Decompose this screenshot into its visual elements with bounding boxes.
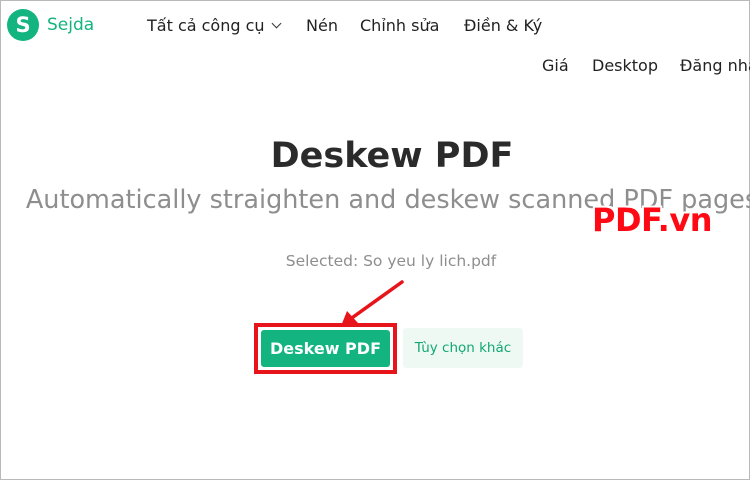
deskew-pdf-button[interactable]: Deskew PDF (261, 330, 390, 367)
pdfvn-watermark: PDF.vn (592, 201, 712, 239)
chevron-down-icon (271, 18, 281, 28)
nav-edit[interactable]: Chỉnh sửa (360, 13, 439, 39)
more-options-button[interactable]: Tùy chọn khác (403, 328, 523, 368)
sejda-logo-icon: S (7, 9, 39, 41)
nav-desktop-label: Desktop (592, 56, 658, 75)
nav-fill-sign[interactable]: Điền & Ký (464, 13, 542, 39)
nav-edit-label: Chỉnh sửa (360, 16, 440, 35)
nav-fill-sign-label: Điền & Ký (464, 16, 543, 35)
nav-all-tools-label: Tất cả công cụ (147, 16, 265, 35)
brand-name: Sejda (47, 15, 95, 35)
nav-compress-label: Nén (306, 16, 338, 35)
nav-desktop[interactable]: Desktop (592, 53, 658, 79)
nav-login-label: Đăng nhậ (680, 56, 750, 75)
nav-compress[interactable]: Nén (306, 13, 338, 39)
nav-login[interactable]: Đăng nhậ (680, 53, 750, 79)
sejda-logo[interactable]: S Sejda (7, 9, 94, 41)
page-title: Deskew PDF (270, 136, 514, 176)
selected-file-label: Selected: So yeu ly lich.pdf (285, 252, 497, 270)
nav-pricing-label: Giá (542, 56, 569, 75)
nav-all-tools[interactable]: Tất cả công cụ (147, 13, 281, 39)
nav-pricing[interactable]: Giá (542, 53, 569, 79)
